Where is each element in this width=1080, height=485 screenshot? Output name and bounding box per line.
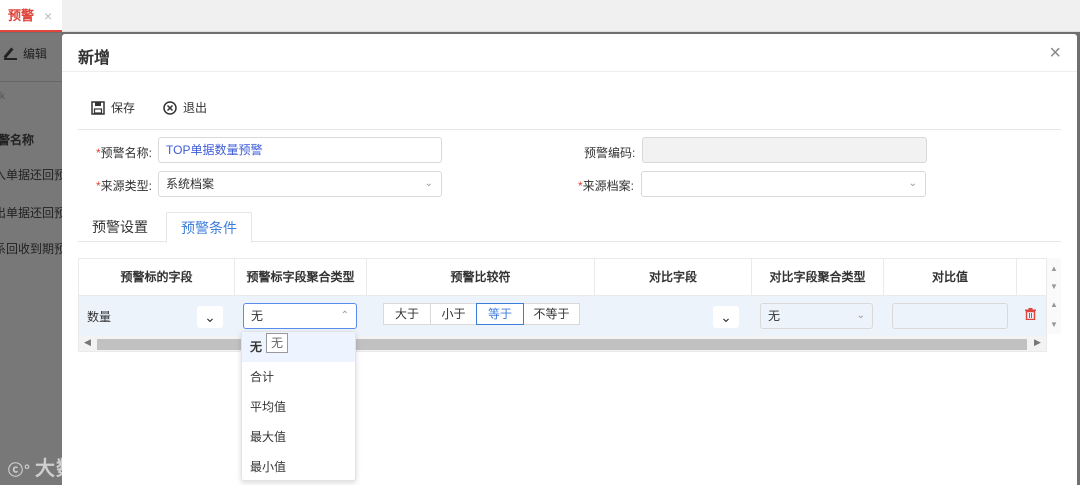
scroll-down-icon[interactable]: ▼	[1050, 282, 1058, 291]
column-header: 对比字段	[595, 259, 752, 296]
dropdown-option[interactable]: 合计	[242, 362, 355, 392]
table-row: 数量 ⌄ 无 ⌃ 大于 小于 等于 不等于 ⌄ 无 ⌄	[79, 296, 1046, 336]
option-tooltip: 无	[266, 333, 288, 353]
content-tabs: 预警设置 预警条件	[78, 212, 1061, 243]
chevron-down-icon: ⌄	[908, 178, 917, 189]
aggregate-dropdown: 无 合计 平均值 最大值 最小值	[241, 331, 356, 481]
divider	[0, 81, 62, 82]
comparator-greater[interactable]: 大于	[383, 303, 431, 325]
background-page: 编辑 k 警名称 入单据还回预 出单据还回预 系回收到期预	[0, 33, 62, 485]
vertical-scrollbar[interactable]: ▲ ▼ ▲ ▼	[1047, 258, 1061, 334]
comparator-less[interactable]: 小于	[430, 303, 477, 325]
column-header: 预警标的字段	[79, 259, 235, 296]
tab-bar: 预警 ×	[0, 0, 1080, 32]
exit-button[interactable]: 退出	[163, 99, 207, 117]
field-cell: 数量 ⌄	[79, 296, 235, 336]
field-value: 数量	[87, 310, 112, 324]
column-header: 预警比较符	[367, 259, 595, 296]
dropdown-option[interactable]: 无	[242, 332, 355, 362]
divider	[78, 129, 1061, 130]
close-icon[interactable]: ×	[1049, 42, 1061, 65]
column-header: 预警标字段聚合类型	[235, 259, 367, 296]
alert-name-label: *预警名称:	[96, 146, 153, 160]
chevron-down-icon[interactable]: ⌄	[713, 306, 739, 328]
trash-icon[interactable]	[1025, 308, 1036, 320]
edit-button: 编辑	[4, 45, 47, 62]
exit-label: 退出	[183, 101, 208, 115]
horizontal-scrollbar[interactable]: ◀ ▶	[79, 336, 1046, 351]
compare-aggregate-value: 无	[768, 309, 781, 323]
tab-alert-conditions[interactable]: 预警条件	[166, 212, 252, 243]
aggregate-cell: 无 ⌃	[235, 296, 367, 336]
aggregate-select[interactable]: 无 ⌃	[243, 303, 357, 329]
tab-alert-settings[interactable]: 预警设置	[78, 212, 162, 243]
divider	[62, 71, 1077, 72]
save-label: 保存	[111, 101, 136, 115]
tab-close-icon[interactable]: ×	[44, 0, 52, 32]
column-header-actions	[1017, 259, 1046, 296]
compare-aggregate-select[interactable]: 无 ⌄	[760, 303, 873, 329]
source-type-value: 系统档案	[166, 177, 215, 191]
background-row: 出单据还回预	[0, 206, 62, 220]
new-alert-modal: 新增 × 保存 退出 *预警名称: TOP单据数量预警 预警编码: *来源类型:…	[62, 34, 1077, 485]
table-header: 预警标的字段 预警标字段聚合类型 预警比较符 对比字段 对比字段聚合类型 对比值	[79, 259, 1046, 296]
alert-code-input	[642, 137, 927, 163]
compare-field-cell: ⌄	[595, 296, 752, 336]
background-row: 入单据还回预	[0, 168, 62, 182]
alert-name-input[interactable]: TOP单据数量预警	[158, 137, 442, 163]
compare-value-input[interactable]	[892, 303, 1008, 329]
tab-alert[interactable]: 预警 ×	[0, 0, 62, 32]
chevron-up-icon: ⌃	[340, 310, 349, 321]
scroll-up-icon[interactable]: ▲	[1050, 300, 1058, 309]
save-button[interactable]: 保存	[91, 99, 135, 117]
aggregate-value: 无	[251, 309, 264, 323]
edit-label: 编辑	[23, 47, 48, 61]
scroll-down-icon[interactable]: ▼	[1050, 320, 1058, 329]
modal-title: 新增	[78, 50, 111, 67]
column-header: 对比值	[884, 259, 1017, 296]
comparator-not-equal[interactable]: 不等于	[523, 303, 580, 325]
close-circle-icon	[163, 101, 177, 115]
dropdown-option[interactable]: 最小值	[242, 452, 355, 482]
filter-hint: k	[0, 91, 5, 102]
scroll-left-icon[interactable]: ◀	[84, 337, 91, 348]
comparator-cell: 大于 小于 等于 不等于	[367, 296, 595, 336]
chevron-down-icon: ⌄	[856, 310, 865, 321]
source-type-label: *来源类型:	[96, 179, 153, 193]
comparator-equal[interactable]: 等于	[476, 303, 524, 325]
scroll-up-icon[interactable]: ▲	[1050, 264, 1058, 273]
source-archive-select[interactable]: ⌄	[641, 171, 926, 197]
watermark-logo-icon: ⓒ°	[8, 462, 31, 479]
background-row: 系回收到期预	[0, 242, 62, 256]
compare-aggregate-cell: 无 ⌄	[752, 296, 884, 336]
source-type-select[interactable]: 系统档案 ⌄	[158, 171, 442, 197]
compare-value-cell	[884, 296, 1017, 336]
dropdown-option[interactable]: 最大值	[242, 422, 355, 452]
chevron-down-icon: ⌄	[424, 178, 433, 189]
column-header: 对比字段聚合类型	[752, 259, 884, 296]
tab-alert-label: 预警	[8, 8, 35, 23]
background-column-header: 警名称	[0, 133, 35, 147]
pen-icon	[4, 47, 17, 60]
conditions-table: 预警标的字段 预警标字段聚合类型 预警比较符 对比字段 对比字段聚合类型 对比值…	[78, 258, 1047, 352]
scrollbar-thumb[interactable]	[97, 339, 1027, 350]
dropdown-option[interactable]: 平均值	[242, 392, 355, 422]
scroll-right-icon[interactable]: ▶	[1034, 337, 1041, 348]
save-icon	[91, 101, 105, 115]
chevron-down-icon[interactable]: ⌄	[197, 306, 223, 328]
alert-code-label: 预警编码:	[584, 146, 636, 160]
source-archive-label: *来源档案:	[578, 179, 635, 193]
